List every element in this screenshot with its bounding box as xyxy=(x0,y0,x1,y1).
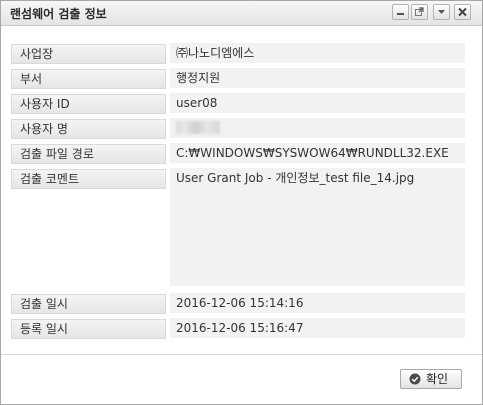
label-business-site: 사업장 xyxy=(11,44,166,64)
value-user-id: user08 xyxy=(170,93,465,113)
footer-divider xyxy=(1,354,482,355)
dropdown-icon xyxy=(438,10,445,14)
value-comment: User Grant Job - 개인정보_test file_14.jpg xyxy=(170,168,465,286)
label-file-path: 검출 파일 경로 xyxy=(11,144,166,164)
dialog-title: 랜섬웨어 검출 정보 xyxy=(10,7,107,21)
minimize-button[interactable] xyxy=(392,4,409,20)
label-user-name: 사용자 명 xyxy=(11,119,166,139)
popout-icon xyxy=(415,7,424,16)
value-registered-at: 2016-12-06 15:16:47 xyxy=(170,318,465,338)
value-file-path: C:₩WINDOWS₩SYSWOW64₩RUNDLL32.EXE xyxy=(170,143,465,163)
value-business-site: ㈜나노디엠에스 xyxy=(170,43,465,63)
dropdown-button[interactable] xyxy=(433,4,450,20)
close-icon xyxy=(458,7,467,17)
label-comment: 검출 코멘트 xyxy=(11,169,166,189)
value-detected-at: 2016-12-06 15:14:16 xyxy=(170,293,465,313)
confirm-button[interactable]: 확인 xyxy=(400,369,462,389)
label-registered-at: 등록 일시 xyxy=(11,319,166,339)
label-department: 부서 xyxy=(11,69,166,89)
value-department: 행정지원 xyxy=(170,68,465,88)
check-circle-icon xyxy=(409,373,421,385)
value-user-name xyxy=(170,118,465,138)
detection-info-dialog: 랜섬웨어 검출 정보 사업장 ㈜나노디엠에스 부서 행정지원 사용자 ID us… xyxy=(0,0,483,405)
minimize-icon xyxy=(397,13,404,15)
label-user-id: 사용자 ID xyxy=(11,94,166,114)
popout-button[interactable] xyxy=(411,4,428,20)
redacted-user-name xyxy=(176,121,220,134)
label-detected-at: 검출 일시 xyxy=(11,294,166,314)
close-button[interactable] xyxy=(454,4,471,20)
confirm-button-label: 확인 xyxy=(426,372,449,386)
title-bar[interactable]: 랜섬웨어 검출 정보 xyxy=(1,1,482,26)
